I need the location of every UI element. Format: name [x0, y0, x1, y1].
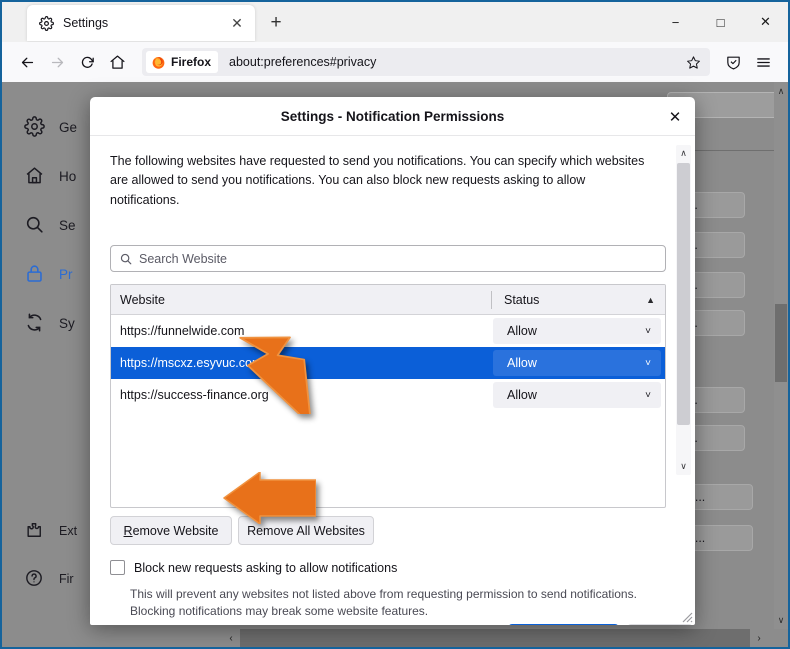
dialog-resize-grip[interactable] [679, 609, 693, 623]
back-button[interactable] [12, 47, 42, 77]
sidebar-item-label: Pr [59, 266, 73, 282]
status-value: Allow [507, 388, 537, 402]
dialog-scroll-up-arrow-icon[interactable]: ∧ [676, 145, 691, 162]
hscroll-left-arrow-icon[interactable]: ‹ [222, 629, 240, 647]
block-requests-label: Block new requests asking to allow notif… [134, 560, 398, 575]
block-requests-row[interactable]: Block new requests asking to allow notif… [110, 560, 397, 575]
remove-website-label-rest: emove Website [132, 523, 219, 538]
remove-website-button[interactable]: Remove Website [110, 516, 232, 545]
forward-button[interactable] [42, 47, 72, 77]
sidebar-item-label: Ge [59, 119, 78, 135]
gear-icon [24, 116, 46, 138]
sidebar-item-label: Ext [59, 524, 78, 538]
block-requests-checkbox[interactable] [110, 560, 125, 575]
extensions-icon [24, 520, 46, 542]
tab-settings[interactable]: Settings ✕ [27, 5, 255, 41]
caret-up-icon: ▲ [646, 294, 655, 305]
lock-icon [24, 263, 46, 285]
hamburger-menu-icon[interactable] [748, 47, 778, 77]
hscroll-thumb[interactable] [240, 629, 750, 647]
tab-title: Settings [63, 16, 109, 30]
chevron-down-icon: ˅ [645, 325, 651, 337]
gear-icon [39, 15, 54, 31]
search-icon [119, 252, 133, 266]
search-input[interactable]: Search Website [110, 245, 666, 272]
status-dropdown[interactable]: Allow ˅ [493, 318, 661, 344]
cancel-button[interactable]: Cancel [627, 624, 693, 625]
navigation-toolbar: Firefox about:preferences#privacy [2, 42, 788, 82]
maximize-button[interactable]: □ [698, 2, 743, 42]
page-vertical-scrollbar[interactable]: ∧ ∨ [774, 82, 788, 629]
permissions-table: Website Status ▲ https://funnelwide.com … [110, 284, 666, 508]
remove-website-accel: R [123, 523, 133, 538]
firefox-logo-icon [151, 55, 166, 70]
minimize-button[interactable]: − [653, 2, 698, 42]
tab-strip: Settings ✕ + − □ ✕ [2, 2, 788, 42]
dialog-titlebar: Settings - Notification Permissions ✕ [90, 97, 695, 136]
new-tab-button[interactable]: + [264, 11, 288, 35]
table-cell-status[interactable]: Allow ˅ [491, 315, 665, 347]
sync-icon [24, 312, 46, 334]
tab-close-icon[interactable]: ✕ [227, 13, 247, 33]
page-horizontal-scrollbar[interactable]: ‹ › [2, 629, 788, 647]
window-controls: − □ ✕ [653, 2, 788, 42]
table-row[interactable]: https://success-finance.org Allow ˅ [111, 379, 665, 411]
dialog-scroll-down-arrow-icon[interactable]: ∨ [676, 458, 691, 475]
help-circle-icon [24, 568, 46, 590]
table-row[interactable]: https://funnelwide.com Allow ˅ [111, 315, 665, 347]
status-dropdown[interactable]: Allow ˅ [493, 382, 661, 408]
scroll-up-arrow-icon[interactable]: ∧ [774, 84, 788, 98]
pocket-icon[interactable] [718, 47, 748, 77]
identity-chip[interactable]: Firefox [146, 51, 219, 73]
dialog-scroll-thumb[interactable] [677, 163, 690, 425]
table-row[interactable]: https://mscxz.esyvuc.com Allow ˅ [111, 347, 665, 379]
column-header-status[interactable]: Status ▲ [492, 293, 665, 307]
table-cell-status[interactable]: Allow ˅ [491, 347, 665, 379]
home-icon [24, 165, 46, 187]
sidebar-item-label: Ho [59, 168, 77, 184]
sidebar-item-label: Sy [59, 315, 75, 331]
star-icon[interactable] [682, 51, 704, 73]
dialog-vertical-scrollbar[interactable]: ∧ ∨ [676, 145, 691, 475]
annotation-arrow-pointing-to-selected-row [234, 332, 326, 427]
column-header-status-label: Status [504, 292, 540, 307]
search-placeholder: Search Website [139, 251, 228, 266]
table-cell-status[interactable]: Allow ˅ [491, 379, 665, 411]
notification-permissions-dialog: Settings - Notification Permissions ✕ Th… [90, 97, 695, 625]
save-changes-button[interactable]: Save Changes [508, 624, 619, 625]
page-scroll-thumb[interactable] [775, 304, 787, 382]
table-header-row: Website Status ▲ [111, 285, 665, 315]
sidebar-item-label: Fir [59, 572, 74, 586]
scroll-down-arrow-icon[interactable]: ∨ [774, 613, 788, 627]
dialog-close-icon[interactable]: ✕ [663, 105, 687, 129]
status-value: Allow [507, 356, 537, 370]
close-window-button[interactable]: ✕ [743, 2, 788, 42]
block-requests-description: This will prevent any websites not liste… [130, 587, 637, 619]
dialog-body: The following websites have requested to… [90, 136, 695, 625]
annotation-arrow-pointing-to-remove-website-button [220, 471, 317, 525]
url-bar[interactable]: Firefox about:preferences#privacy [142, 48, 710, 76]
chevron-down-icon: ˅ [645, 357, 651, 369]
dialog-title: Settings - Notification Permissions [280, 108, 505, 124]
identity-chip-label: Firefox [171, 55, 212, 69]
search-icon [24, 214, 46, 236]
status-value: Allow [507, 324, 537, 338]
chevron-down-icon: ˅ [645, 389, 651, 401]
home-button[interactable] [102, 47, 132, 77]
column-header-website[interactable]: Website [111, 293, 491, 307]
hscroll-right-arrow-icon[interactable]: › [750, 629, 768, 647]
reload-button[interactable] [72, 47, 102, 77]
browser-window: Settings ✕ + − □ ✕ Firefox about:prefere… [0, 0, 790, 649]
sidebar-item-label: Se [59, 217, 76, 233]
url-text[interactable]: about:preferences#privacy [229, 55, 682, 69]
status-dropdown[interactable]: Allow ˅ [493, 350, 661, 376]
dialog-description: The following websites have requested to… [110, 154, 645, 207]
